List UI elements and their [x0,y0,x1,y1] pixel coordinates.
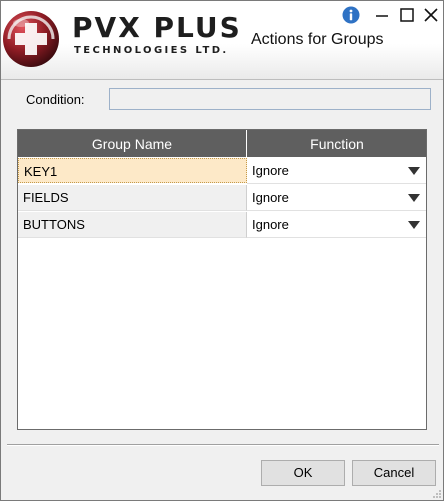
dropdown-arrow-icon[interactable] [407,193,421,203]
table-row[interactable]: FIELDS Ignore [18,185,426,211]
resize-grip-icon[interactable] [431,488,442,499]
pvx-logo-icon [3,11,59,67]
dialog-header: PVX PLUS TECHNOLOGIES LTD. Actions for G… [1,1,443,80]
column-header-function[interactable]: Function [248,130,426,157]
function-value: Ignore [252,190,289,205]
group-name-cell[interactable]: FIELDS [18,185,247,211]
function-dropdown[interactable]: Ignore [247,212,426,238]
grid-header: Group Name Function [18,130,426,157]
window-title: Actions for Groups [251,31,384,48]
ok-button[interactable]: OK [261,460,345,486]
dropdown-arrow-icon[interactable] [407,166,421,176]
actions-for-groups-dialog: PVX PLUS TECHNOLOGIES LTD. Actions for G… [0,0,444,501]
logo-subtitle: TECHNOLOGIES LTD. [74,45,229,56]
info-icon[interactable] [341,5,361,25]
condition-input[interactable] [109,88,431,110]
function-value: Ignore [252,163,289,178]
close-icon[interactable] [420,4,442,26]
condition-label: Condition: [26,92,85,107]
dropdown-arrow-icon[interactable] [407,220,421,230]
function-dropdown[interactable]: Ignore [247,185,426,211]
group-name-cell[interactable]: KEY1 [18,158,247,183]
minimize-icon[interactable] [371,4,393,26]
column-header-group-name[interactable]: Group Name [18,130,247,157]
table-row[interactable]: KEY1 Ignore [18,158,426,184]
cancel-button[interactable]: Cancel [352,460,436,486]
function-value: Ignore [252,217,289,232]
maximize-icon[interactable] [396,4,418,26]
footer-separator [7,444,439,446]
group-name-cell[interactable]: BUTTONS [18,212,247,238]
groups-grid: Group Name Function KEY1 Ignore FIELDS I… [17,129,427,430]
logo-title: PVX PLUS [72,11,242,44]
table-row[interactable]: BUTTONS Ignore [18,212,426,238]
function-dropdown[interactable]: Ignore [247,158,426,184]
